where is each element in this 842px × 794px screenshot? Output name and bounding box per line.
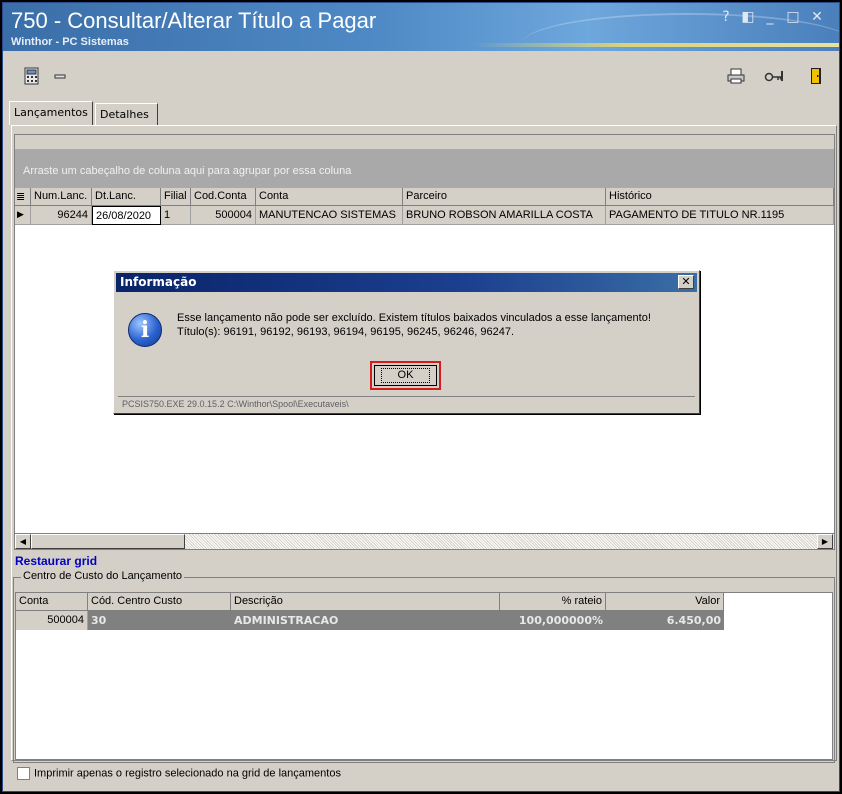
table-cell-focused[interactable]: 26/08/2020 xyxy=(92,206,161,225)
grid-top-bar xyxy=(15,135,834,149)
scroll-track[interactable] xyxy=(185,534,817,549)
row-indicator-icon: ▶ xyxy=(15,206,31,225)
dialog-message-line1: Esse lançamento não pode ser excluído. E… xyxy=(177,312,651,324)
dialog-close-icon[interactable]: ✕ xyxy=(678,275,694,289)
dialog-message-line2: Título(s): 96191, 96192, 96193, 96194, 9… xyxy=(177,326,514,338)
maximize-button[interactable]: □ xyxy=(785,9,801,27)
group-hint: Arraste um cabeçalho de coluna aqui para… xyxy=(23,165,352,177)
minus-icon[interactable] xyxy=(49,67,71,87)
tab-lancamentos[interactable]: Lançamentos xyxy=(9,101,93,125)
table-cell[interactable]: PAGAMENTO DE TITULO NR.1195 xyxy=(606,206,834,225)
dialog-title: Informação xyxy=(120,275,197,289)
table-cell[interactable]: 500004 xyxy=(191,206,256,225)
toolbar xyxy=(9,57,835,99)
horizontal-scrollbar[interactable]: ◀ ▶ xyxy=(14,533,835,550)
tab-detalhes[interactable]: Detalhes xyxy=(95,103,158,125)
table-cell[interactable]: 6.450,00 xyxy=(606,611,724,630)
col-valor[interactable]: Valor xyxy=(606,593,724,611)
scroll-left-icon[interactable]: ◀ xyxy=(15,534,31,549)
table-cell[interactable]: 96244 xyxy=(31,206,92,225)
col-cod-conta[interactable]: Cod.Conta xyxy=(191,188,256,206)
print-selected-checkbox[interactable] xyxy=(17,767,30,780)
close-button[interactable]: ✕ xyxy=(809,9,825,27)
info-dialog: Informação ✕ i Esse lançamento não pode … xyxy=(113,270,700,414)
help-button[interactable]: ? xyxy=(719,9,733,27)
window-title: 750 - Consultar/Alterar Título a Pagar xyxy=(11,8,377,33)
table-cell[interactable]: ADMINISTRACAO xyxy=(231,611,500,630)
title-bar[interactable]: 750 - Consultar/Alterar Título a Pagar W… xyxy=(3,3,839,51)
cost-center-title: Centro de Custo do Lançamento xyxy=(21,570,184,582)
minimize-button[interactable]: _ xyxy=(763,9,777,27)
dialog-status: PCSIS750.EXE 29.0.15.2 C:\Winthor\Spool\… xyxy=(118,396,695,410)
table-cell[interactable]: MANUTENCAO SISTEMAS xyxy=(256,206,403,225)
restore-grid-link[interactable]: Restaurar grid xyxy=(15,554,97,568)
print-selected-label: Imprimir apenas o registro selecionado n… xyxy=(34,767,341,780)
col-filial[interactable]: Filial xyxy=(161,188,191,206)
scroll-right-icon[interactable]: ▶ xyxy=(817,534,833,549)
scroll-thumb[interactable] xyxy=(31,534,185,549)
calculator-icon[interactable] xyxy=(21,67,43,87)
table-cell[interactable]: BRUNO ROBSON AMARILLA COSTA xyxy=(403,206,606,225)
table-cell[interactable]: 100,000000% xyxy=(500,611,606,630)
col-cod-centro-custo[interactable]: Cód. Centro Custo xyxy=(88,593,231,611)
col-rateio[interactable]: % rateio xyxy=(500,593,606,611)
printer-icon[interactable] xyxy=(725,67,747,87)
window-subtitle: Winthor - PC Sistemas xyxy=(11,36,129,48)
col-parceiro[interactable]: Parceiro xyxy=(403,188,606,206)
dialog-message: Esse lançamento não pode ser excluído. E… xyxy=(177,311,651,339)
exit-door-icon[interactable] xyxy=(805,67,827,87)
col-conta[interactable]: Conta xyxy=(16,593,88,611)
key-icon[interactable] xyxy=(763,67,785,87)
ok-button-highlight: OK xyxy=(370,361,441,390)
col-num-lanc[interactable]: Num.Lanc. xyxy=(31,188,92,206)
ok-button[interactable]: OK xyxy=(374,365,437,386)
col-historico[interactable]: Histórico xyxy=(606,188,834,206)
table-cell[interactable]: 30 xyxy=(88,611,231,630)
group-by-area[interactable]: Arraste um cabeçalho de coluna aqui para… xyxy=(15,149,834,188)
print-selected-option[interactable]: Imprimir apenas o registro selecionado n… xyxy=(17,767,341,780)
col-conta[interactable]: Conta xyxy=(256,188,403,206)
col-descricao[interactable]: Descrição xyxy=(231,593,500,611)
cost-center-grid: Conta Cód. Centro Custo Descrição % rate… xyxy=(15,592,833,760)
title-swoosh xyxy=(473,43,839,47)
col-dt-lanc[interactable]: Dt.Lanc. xyxy=(92,188,161,206)
restore-layout-button[interactable]: ◧ xyxy=(740,9,756,27)
ok-button-label: OK xyxy=(380,368,431,383)
dialog-title-bar[interactable]: Informação ✕ xyxy=(116,273,697,292)
table-cell[interactable]: 500004 xyxy=(16,611,88,630)
info-icon: i xyxy=(128,313,162,347)
column-chooser-icon[interactable]: ≣ xyxy=(15,188,31,206)
app-window: 750 - Consultar/Alterar Título a Pagar W… xyxy=(2,2,840,792)
table-cell[interactable]: 1 xyxy=(161,206,191,225)
